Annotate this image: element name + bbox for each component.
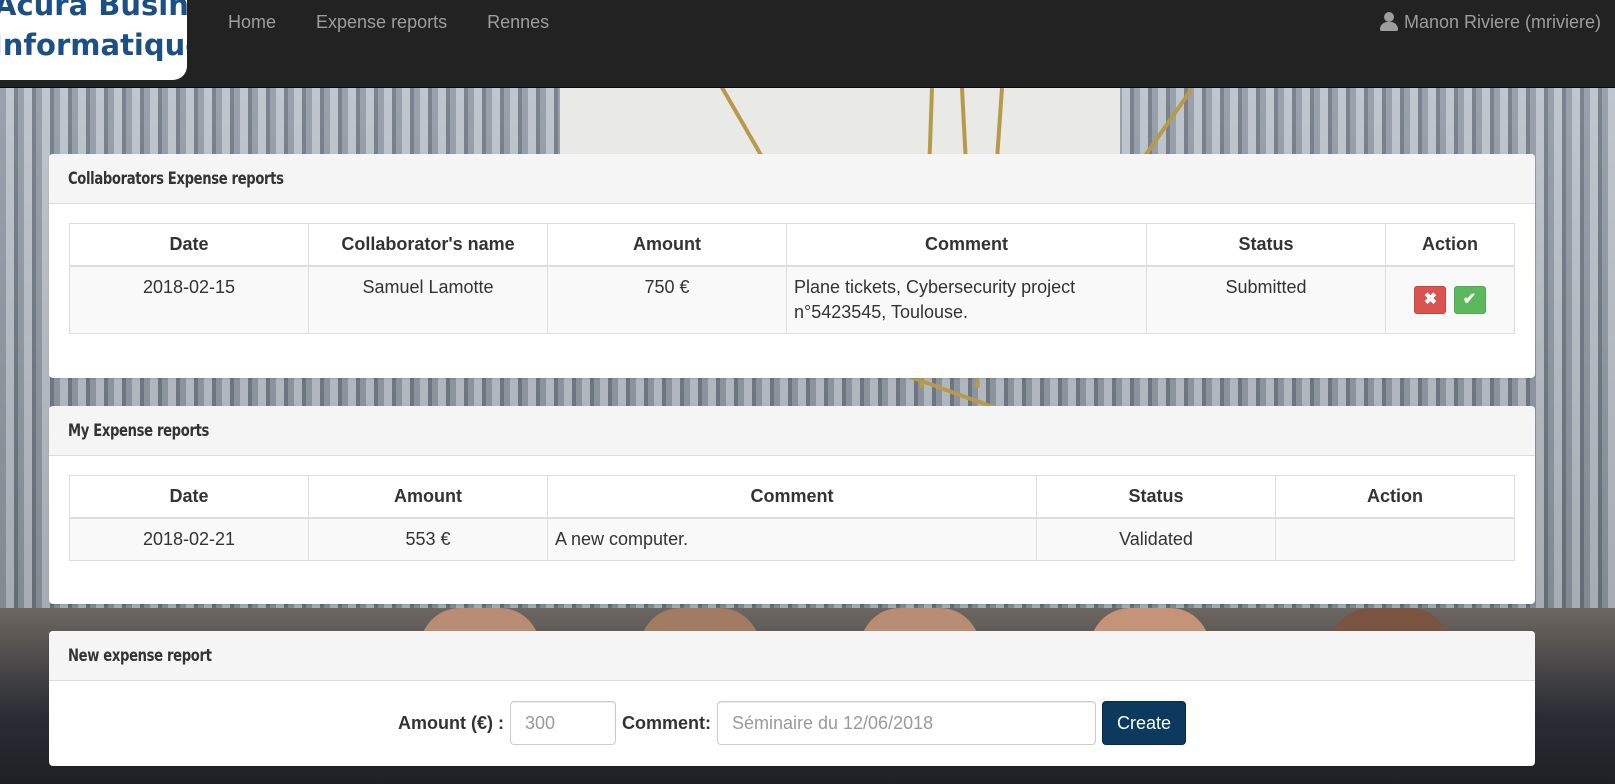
cell-amount: 750 € [547,265,787,334]
close-icon: ✖ [1423,291,1438,308]
my-panel-heading: My Expense reports [49,406,1535,456]
table-row: 2018-02-21 553 € A new computer. Validat… [69,517,1515,561]
collaborators-table: Date Collaborator's name Amount Comment … [69,223,1515,334]
check-icon: ✔ [1462,291,1477,308]
collaborators-panel-heading: Collaborators Expense reports [49,154,1535,204]
cell-status: Validated [1036,517,1276,561]
user-menu[interactable]: Manon Riviere (mriviere) [1379,11,1601,33]
table-header-row: Date Amount Comment Status Action [69,475,1515,519]
comment-label: Comment: [621,712,711,733]
cell-action [1275,517,1515,561]
nav-home-link[interactable]: Home [208,0,296,44]
collaborators-panel-title: Collaborators Expense reports [68,168,284,189]
cell-comment: Plane tickets, Cybersecurity project n°5… [786,265,1147,334]
cell-name: Samuel Lamotte [308,265,548,334]
comment-input[interactable] [716,701,1096,745]
collaborators-expense-panel: Collaborators Expense reports Date Colla… [49,154,1535,378]
column-header-action: Action [1385,223,1515,267]
my-expense-table: Date Amount Comment Status Action 2018-0… [69,475,1515,561]
column-header-action: Action [1275,475,1515,519]
user-icon [1379,12,1398,32]
new-panel-title: New expense report [68,645,212,666]
new-expense-form: Amount (€) : Comment: Create [49,681,1535,765]
column-header-amount: Amount [308,475,548,519]
column-header-date: Date [69,223,309,267]
nav-expense-reports-link[interactable]: Expense reports [296,0,467,44]
cell-date: 2018-02-15 [69,265,309,334]
reject-button[interactable]: ✖ [1414,286,1447,314]
nav-rennes-link[interactable]: Rennes [467,0,569,44]
cell-comment: A new computer. [547,517,1037,561]
cell-amount: 553 € [308,517,548,561]
column-header-status: Status [1146,223,1386,267]
table-header-row: Date Collaborator's name Amount Comment … [69,223,1515,267]
nav-links: Home Expense reports Rennes [208,0,569,44]
column-header-amount: Amount [547,223,787,267]
logo-line-1: Acura Business [0,0,187,22]
my-panel-title: My Expense reports [68,420,210,441]
company-logo[interactable]: Acura Business Informatique [0,0,187,80]
cell-action: ✖ ✔ [1385,265,1515,334]
top-navbar: Acura Business Informatique Home Expense… [0,0,1615,88]
accept-button[interactable]: ✔ [1453,286,1486,314]
user-name: Manon Riviere (mriviere) [1403,12,1601,32]
logo-line-2: Informatique [0,28,187,62]
new-panel-heading: New expense report [49,631,1535,681]
column-header-comment: Comment [786,223,1147,267]
column-header-name: Collaborator's name [308,223,548,267]
amount-input[interactable] [509,701,616,745]
cell-status: Submitted [1146,265,1386,334]
column-header-status: Status [1036,475,1276,519]
amount-label: Amount (€) : [397,712,504,733]
cell-date: 2018-02-21 [69,517,309,561]
table-row: 2018-02-15 Samuel Lamotte 750 € Plane ti… [69,265,1515,334]
column-header-comment: Comment [547,475,1037,519]
my-expense-panel: My Expense reports Date Amount Comment S… [49,406,1535,604]
create-button[interactable]: Create [1101,701,1186,745]
new-expense-panel: New expense report Amount (€) : Comment:… [49,631,1535,766]
column-header-date: Date [69,475,309,519]
